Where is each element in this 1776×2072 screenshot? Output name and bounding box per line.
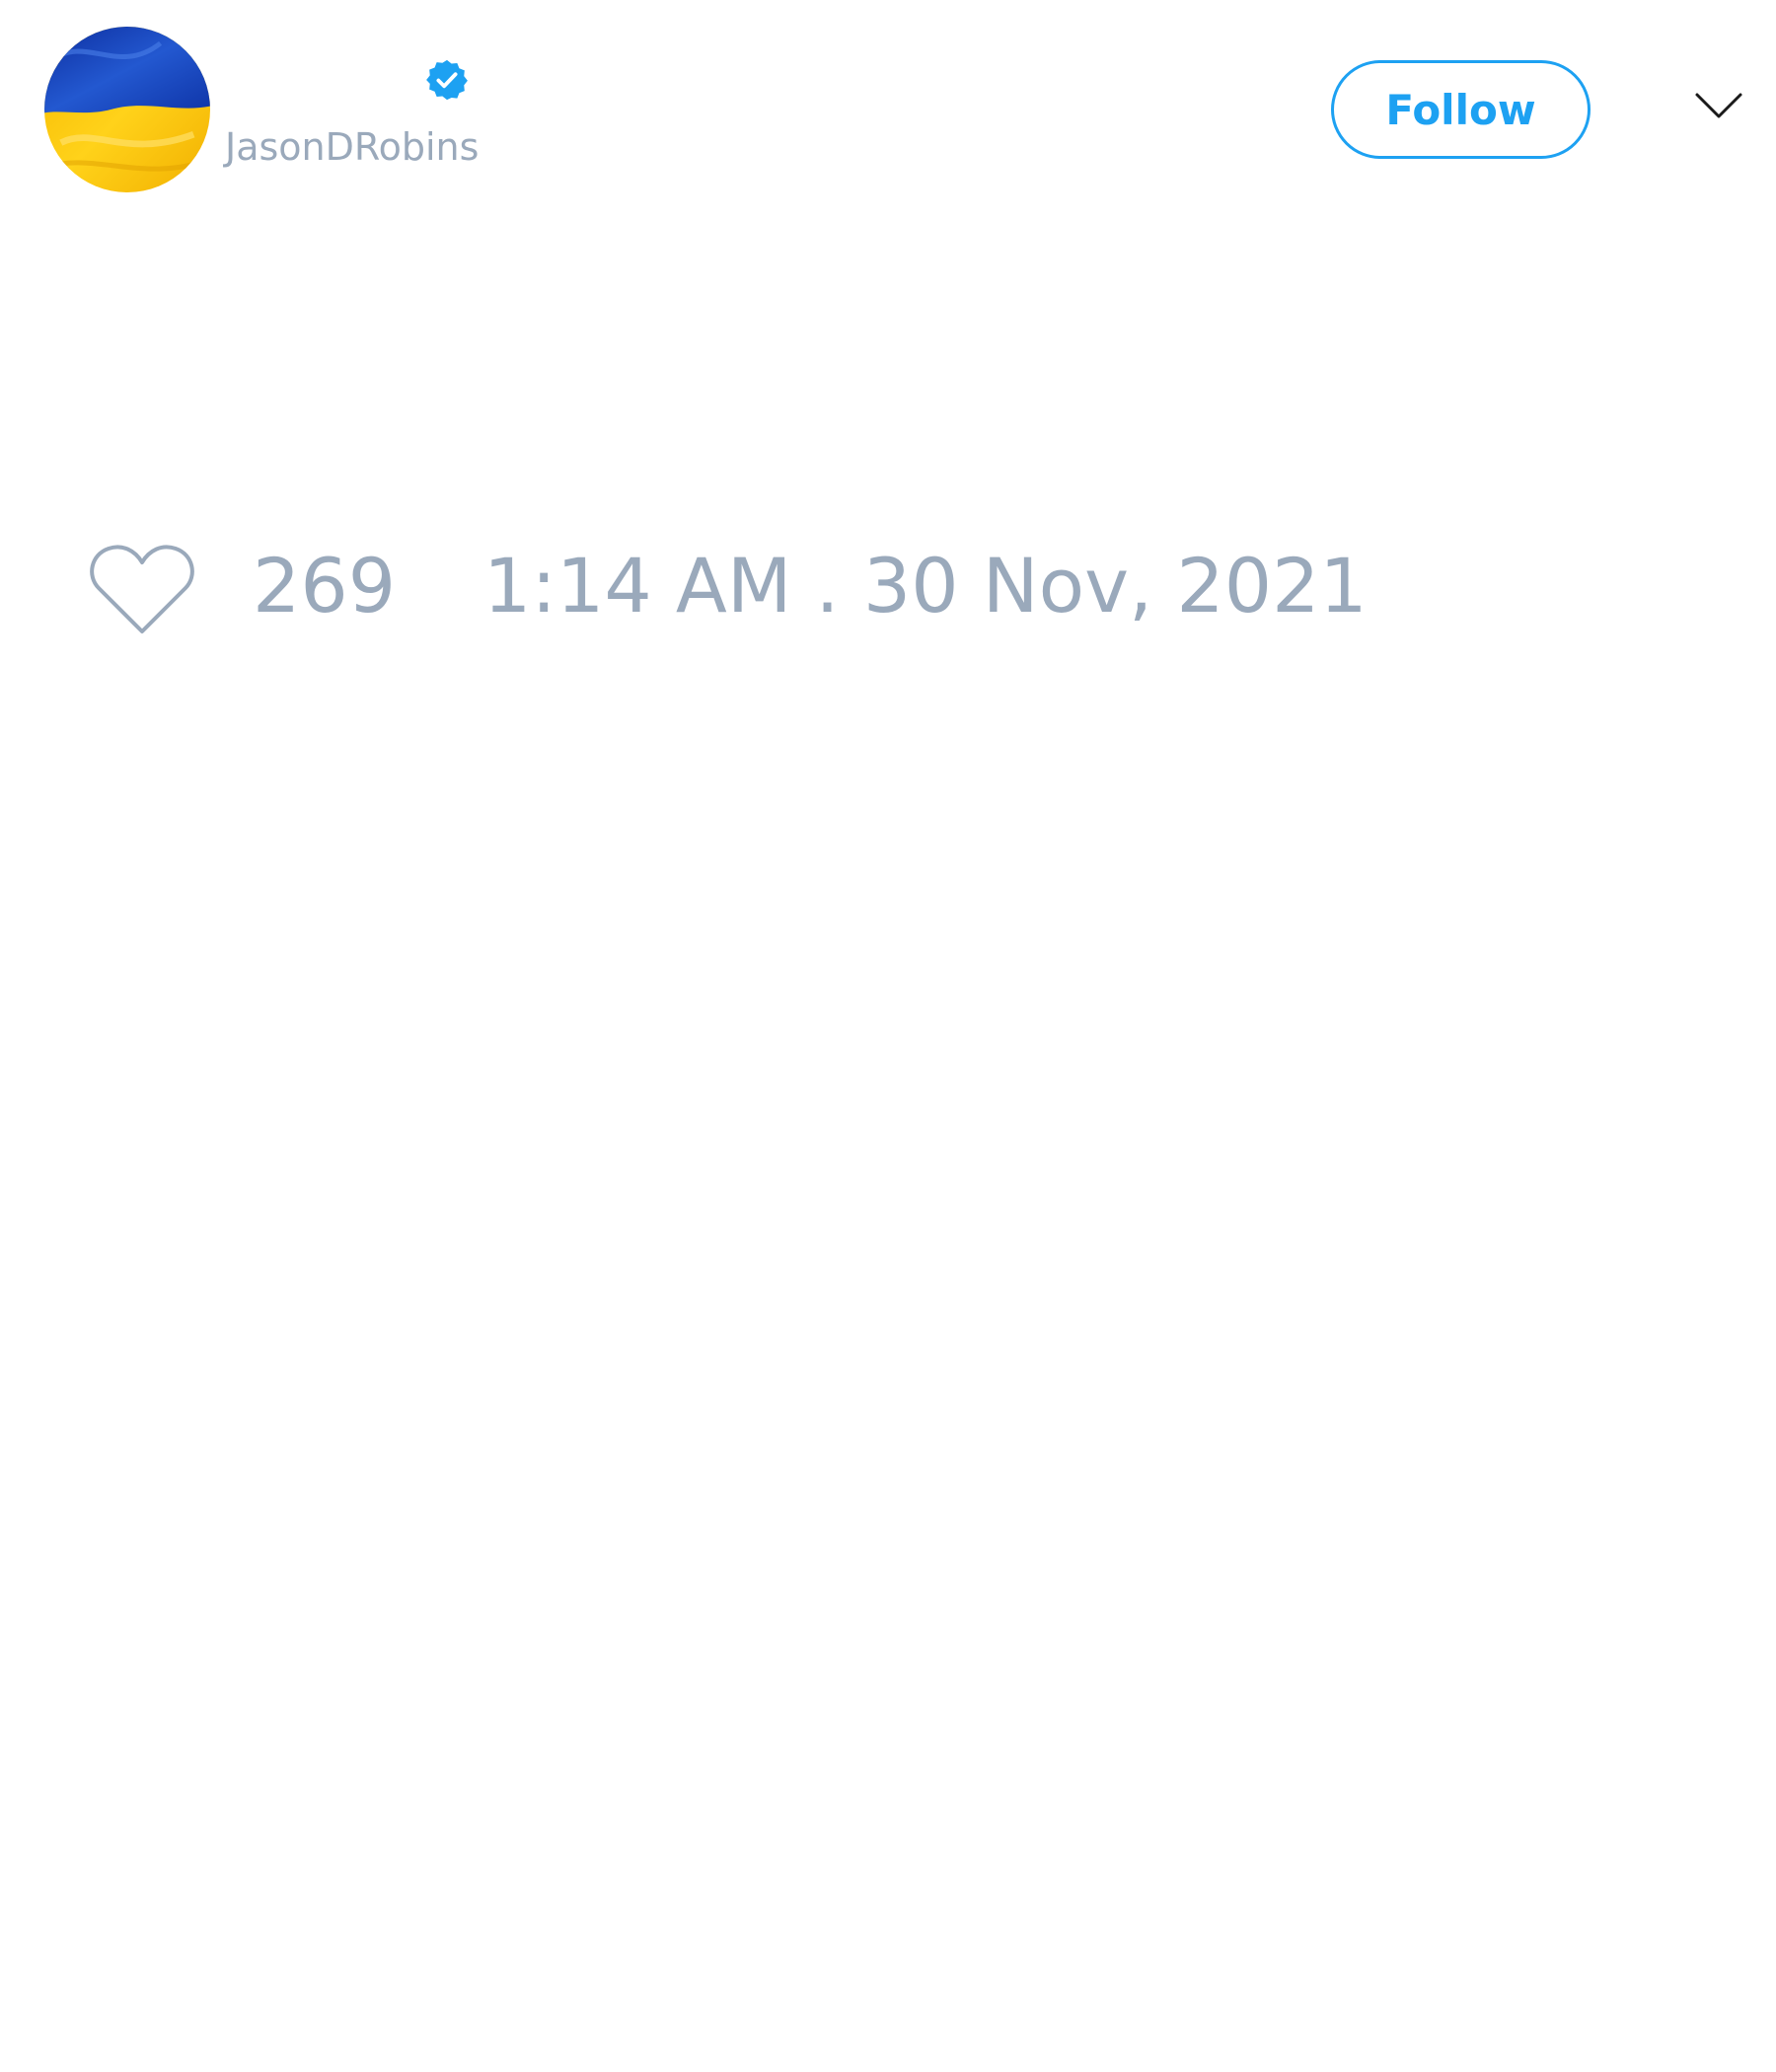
like-button[interactable]: [89, 543, 195, 637]
user-handle[interactable]: JasonDRobins: [225, 128, 479, 166]
verified-badge: [424, 57, 470, 103]
heart-icon: [90, 545, 194, 633]
ukraine-flag-avatar-icon: [44, 27, 210, 192]
like-count: 269: [253, 542, 397, 629]
avatar[interactable]: [44, 27, 210, 192]
more-menu-button[interactable]: [1694, 91, 1743, 120]
follow-button[interactable]: Follow: [1331, 60, 1591, 159]
tweet-timestamp[interactable]: 1:14 AM . 30 Nov, 2021: [483, 549, 1368, 624]
chevron-down-icon: [1695, 93, 1742, 118]
verified-badge-icon: [426, 59, 468, 101]
